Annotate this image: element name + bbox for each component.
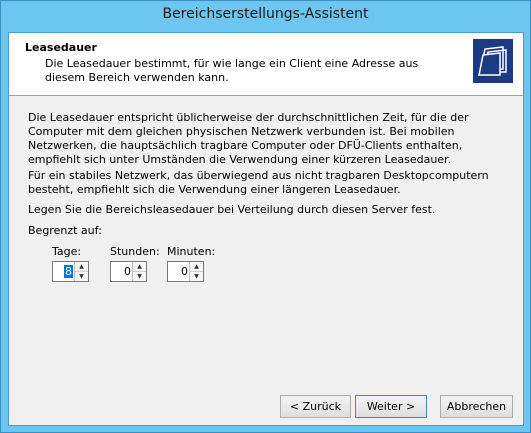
arrow-down-icon[interactable]: ▼ bbox=[190, 272, 203, 281]
paragraph-lease-info: Die Leasedauer entspricht üblicherweise … bbox=[28, 111, 469, 166]
wizard-page: Leasedauer Die Leasedauer bestimmt, für … bbox=[8, 32, 524, 426]
paragraph-set-duration: Legen Sie die Bereichsleasedauer bei Ver… bbox=[28, 203, 436, 216]
wizard-window: Bereichserstellungs-Assistent Leasedauer… bbox=[0, 0, 531, 433]
days-label: Tage: bbox=[52, 245, 82, 258]
minutes-spin-buttons: ▲ ▼ bbox=[189, 262, 203, 281]
minutes-spinner[interactable]: 0 ▲ ▼ bbox=[167, 261, 204, 282]
hours-value[interactable]: 0 bbox=[124, 265, 131, 278]
wizard-header: Leasedauer Die Leasedauer bestimmt, für … bbox=[9, 33, 523, 96]
minutes-label: Minuten: bbox=[167, 245, 216, 258]
days-spinner[interactable]: 8 ▲ ▼ bbox=[52, 261, 89, 282]
header-description: Die Leasedauer bestimmt, für wie lange e… bbox=[45, 57, 419, 84]
arrow-down-icon[interactable]: ▼ bbox=[133, 272, 146, 281]
folders-icon bbox=[473, 39, 513, 83]
back-button[interactable]: < Zurück bbox=[280, 395, 351, 418]
hours-label: Stunden: bbox=[110, 245, 160, 258]
days-value[interactable]: 8 bbox=[64, 265, 73, 278]
title-bar[interactable]: Bereichserstellungs-Assistent bbox=[1, 1, 530, 33]
next-button[interactable]: Weiter > bbox=[355, 395, 427, 418]
hours-spinner[interactable]: 0 ▲ ▼ bbox=[110, 261, 147, 282]
limited-label: Begrenzt auf: bbox=[28, 224, 102, 237]
arrow-up-icon[interactable]: ▲ bbox=[75, 262, 88, 272]
hours-spin-buttons: ▲ ▼ bbox=[132, 262, 146, 281]
arrow-down-icon[interactable]: ▼ bbox=[75, 272, 88, 281]
days-spin-buttons: ▲ ▼ bbox=[74, 262, 88, 281]
minutes-value[interactable]: 0 bbox=[181, 265, 188, 278]
arrow-up-icon[interactable]: ▲ bbox=[190, 262, 203, 272]
header-title: Leasedauer bbox=[25, 41, 97, 54]
cancel-button[interactable]: Abbrechen bbox=[440, 395, 513, 418]
paragraph-stable-network: Für ein stabiles Netzwerk, das überwiege… bbox=[28, 169, 489, 196]
window-title: Bereichserstellungs-Assistent bbox=[162, 6, 369, 22]
arrow-up-icon[interactable]: ▲ bbox=[133, 262, 146, 272]
